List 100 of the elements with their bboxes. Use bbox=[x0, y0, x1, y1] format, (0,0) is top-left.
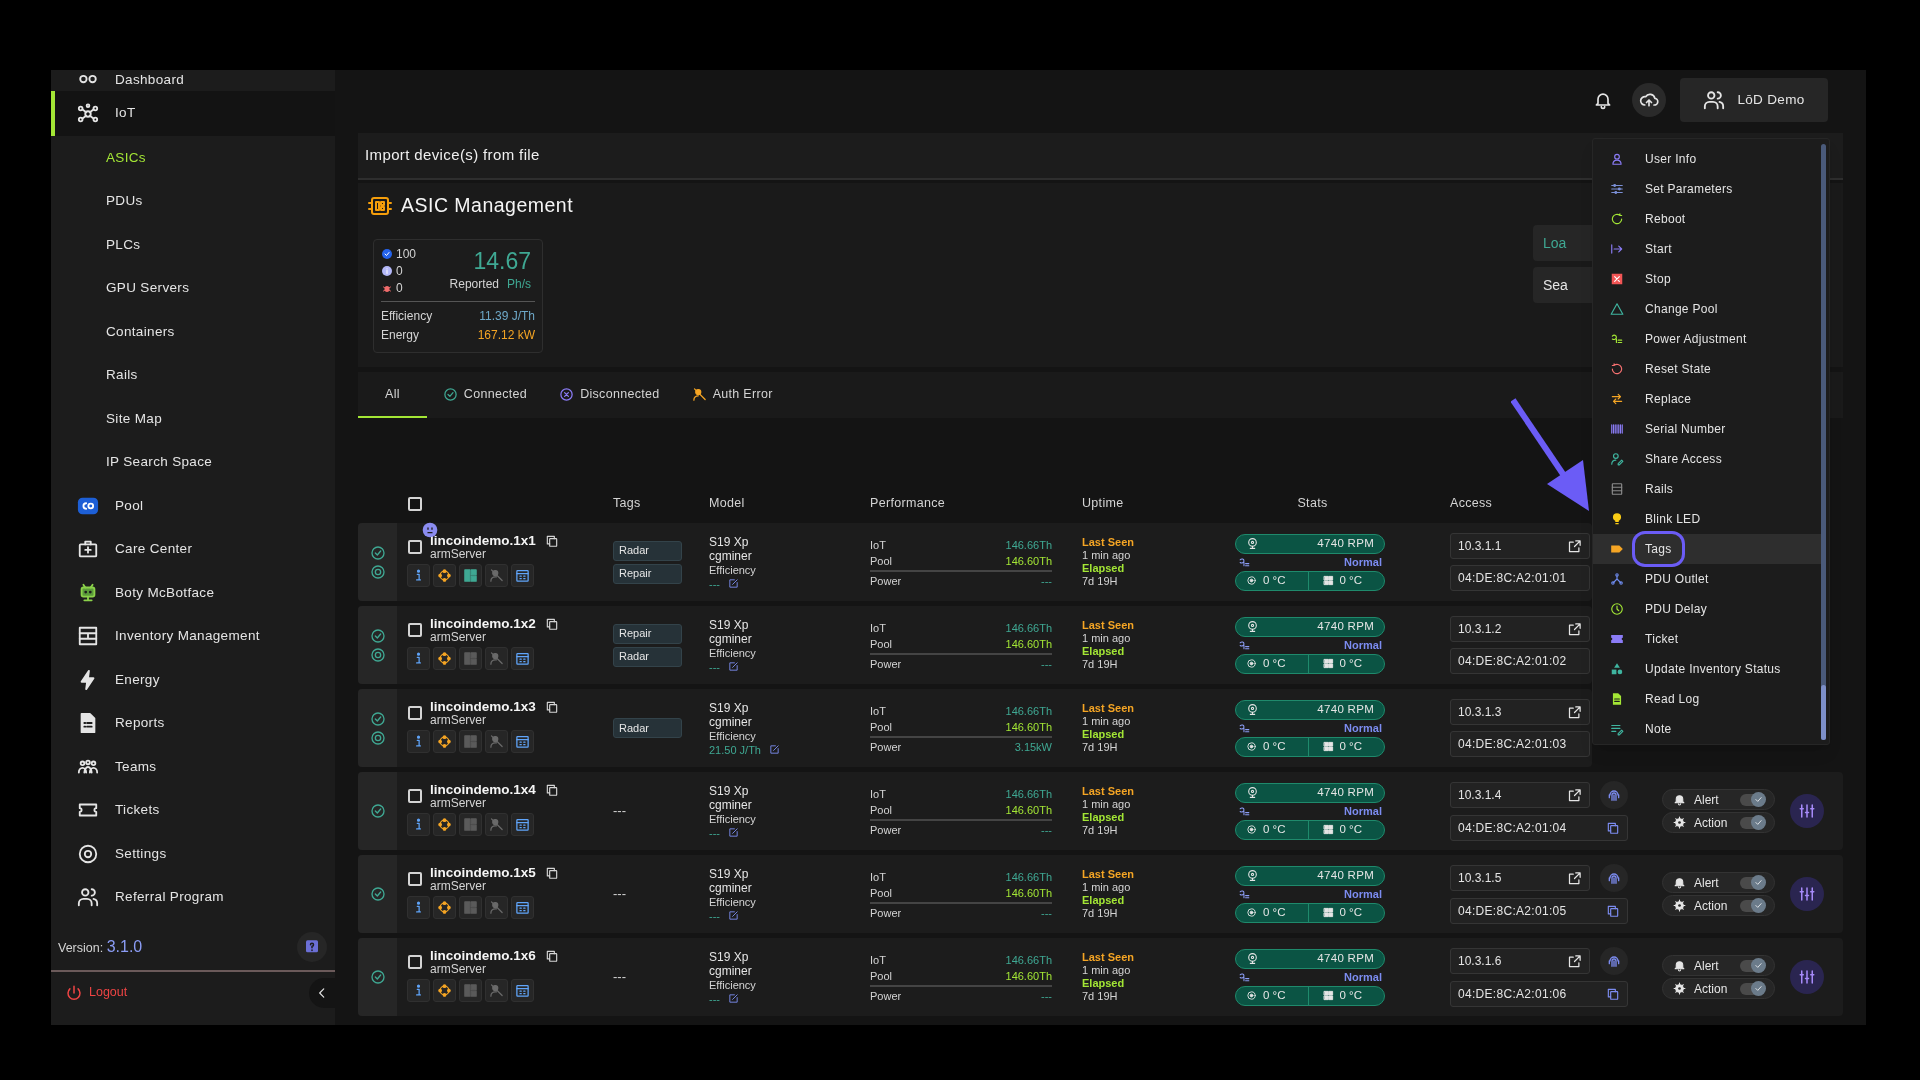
uptime-label: Elapsed bbox=[1082, 894, 1126, 907]
miner-name: cgminer bbox=[709, 631, 753, 646]
uptime-label: Last Seen bbox=[1082, 702, 1135, 715]
uptime-value: 7d 19H bbox=[1082, 990, 1119, 1003]
energy-label: Energy bbox=[381, 327, 420, 344]
efficiency-label: Efficiency bbox=[709, 895, 757, 909]
uptime-value: 1 min ago bbox=[1082, 798, 1132, 811]
uptime-value: 1 min ago bbox=[1082, 632, 1132, 645]
metric-value: --- bbox=[1041, 573, 1052, 589]
column-header: Uptime bbox=[1082, 496, 1124, 511]
metric-value: 146.60Th bbox=[1005, 720, 1052, 736]
uptime-value: 7d 19H bbox=[1082, 741, 1119, 754]
device-host: armServer bbox=[430, 714, 487, 727]
temperature-pill: 0 °C 0 °C bbox=[1235, 819, 1385, 840]
miner-name: cgminer bbox=[709, 797, 753, 812]
uptime-label: Elapsed bbox=[1082, 645, 1126, 658]
mode-text: Normal bbox=[1344, 886, 1382, 902]
temperature-pill: 0 °C 0 °C bbox=[1235, 653, 1385, 674]
energy-value: 167.12 kW bbox=[477, 327, 535, 344]
miner-name: cgminer bbox=[709, 880, 753, 895]
miner-name: cgminer bbox=[709, 963, 753, 978]
efficiency-value: 21.50 J/Th bbox=[709, 742, 761, 757]
hashrate-value: 14.67 bbox=[473, 247, 531, 275]
metric-label: Pool bbox=[870, 637, 893, 653]
metric-value: 3.15kW bbox=[1014, 739, 1052, 755]
count-value: 100 bbox=[396, 245, 417, 263]
uptime-label: Elapsed bbox=[1082, 977, 1126, 990]
uptime-value: 7d 19H bbox=[1082, 658, 1119, 671]
efficiency-label: Efficiency bbox=[709, 729, 757, 743]
uptime-value: 7d 19H bbox=[1082, 575, 1119, 588]
mac-field: 04:DE:8C:A2:01:06 bbox=[1450, 981, 1628, 1007]
metric-value: 146.66Th bbox=[1005, 620, 1052, 636]
empty-tags-text: --- bbox=[613, 802, 627, 821]
model-name: S19 Xp bbox=[709, 700, 750, 715]
metric-value: 146.60Th bbox=[1005, 803, 1052, 819]
uptime-value: 1 min ago bbox=[1082, 549, 1132, 562]
efficiency-label: Efficiency bbox=[709, 563, 757, 577]
uptime-value: 1 min ago bbox=[1082, 881, 1132, 894]
column-header: Tags bbox=[613, 496, 641, 511]
efficiency-label: Efficiency bbox=[709, 812, 757, 826]
mode-text: Normal bbox=[1344, 637, 1382, 653]
metric-value: 146.66Th bbox=[1005, 703, 1052, 719]
model-name: S19 Xp bbox=[709, 534, 750, 549]
count-value: 0 bbox=[396, 279, 403, 297]
mac-field: 04:DE:8C:A2:01:05 bbox=[1450, 898, 1628, 924]
uptime-value: 1 min ago bbox=[1082, 715, 1132, 728]
metric-label: Pool bbox=[870, 969, 893, 985]
metric-label: Power bbox=[870, 905, 902, 921]
metric-label: IoT bbox=[870, 952, 886, 968]
efficiency-value: 11.39 J/Th bbox=[479, 308, 535, 325]
fan-speed-pill: 4740 RPM bbox=[1235, 616, 1385, 637]
mac-field: 04:DE:8C:A2:01:03 bbox=[1450, 731, 1590, 757]
hashrate-unit: Ph/s bbox=[507, 276, 531, 293]
device-host: armServer bbox=[430, 548, 487, 561]
efficiency-label: Efficiency bbox=[381, 308, 433, 325]
fan-speed-pill: 4740 RPM bbox=[1235, 782, 1385, 803]
temperature-pill: 0 °C 0 °C bbox=[1235, 985, 1385, 1006]
page-title: ASIC Management bbox=[401, 193, 574, 219]
metric-value: 146.60Th bbox=[1005, 554, 1052, 570]
count-value: 0 bbox=[396, 262, 403, 280]
empty-tags-text: --- bbox=[613, 885, 627, 904]
metric-value: --- bbox=[1041, 988, 1052, 1004]
efficiency-label: Efficiency bbox=[709, 978, 757, 992]
metric-label: Pool bbox=[870, 554, 893, 570]
device-name: lincoindemo.1x1 bbox=[430, 533, 536, 548]
uptime-label: Last Seen bbox=[1082, 785, 1135, 798]
metric-value: --- bbox=[1041, 656, 1052, 672]
metric-value: 146.66Th bbox=[1005, 952, 1052, 968]
efficiency-value: --- bbox=[709, 659, 720, 674]
fan-speed-pill: 4740 RPM bbox=[1235, 533, 1385, 554]
uptime-label: Last Seen bbox=[1082, 868, 1135, 881]
metric-value: 146.60Th bbox=[1005, 637, 1052, 653]
temperature-pill: 0 °C 0 °C bbox=[1235, 570, 1385, 591]
metric-label: IoT bbox=[870, 537, 886, 553]
model-name: S19 Xp bbox=[709, 783, 750, 798]
column-header: Access bbox=[1450, 496, 1493, 511]
metric-label: Power bbox=[870, 656, 902, 672]
device-name: lincoindemo.1x4 bbox=[430, 782, 536, 797]
uptime-label: Elapsed bbox=[1082, 811, 1126, 824]
temperature-pill: 0 °C 0 °C bbox=[1235, 736, 1385, 757]
metric-label: Power bbox=[870, 573, 902, 589]
metric-label: Pool bbox=[870, 720, 893, 736]
metric-label: IoT bbox=[870, 703, 886, 719]
mode-text: Normal bbox=[1344, 803, 1382, 819]
mac-field: 04:DE:8C:A2:01:02 bbox=[1450, 648, 1590, 674]
miner-name: cgminer bbox=[709, 714, 753, 729]
metric-label: Power bbox=[870, 739, 902, 755]
device-name: lincoindemo.1x5 bbox=[430, 865, 536, 880]
efficiency-value: --- bbox=[709, 908, 720, 923]
fan-speed-pill: 4740 RPM bbox=[1235, 865, 1385, 886]
uptime-label: Elapsed bbox=[1082, 728, 1126, 741]
device-host: armServer bbox=[430, 797, 487, 810]
metric-label: Power bbox=[870, 988, 902, 1004]
efficiency-value: --- bbox=[709, 825, 720, 840]
empty-tags-text: --- bbox=[613, 968, 627, 987]
metric-label: IoT bbox=[870, 869, 886, 885]
device-host: armServer bbox=[430, 963, 487, 976]
metric-value: 146.60Th bbox=[1005, 886, 1052, 902]
fan-speed-pill: 4740 RPM bbox=[1235, 948, 1385, 969]
metric-label: Power bbox=[870, 822, 902, 838]
